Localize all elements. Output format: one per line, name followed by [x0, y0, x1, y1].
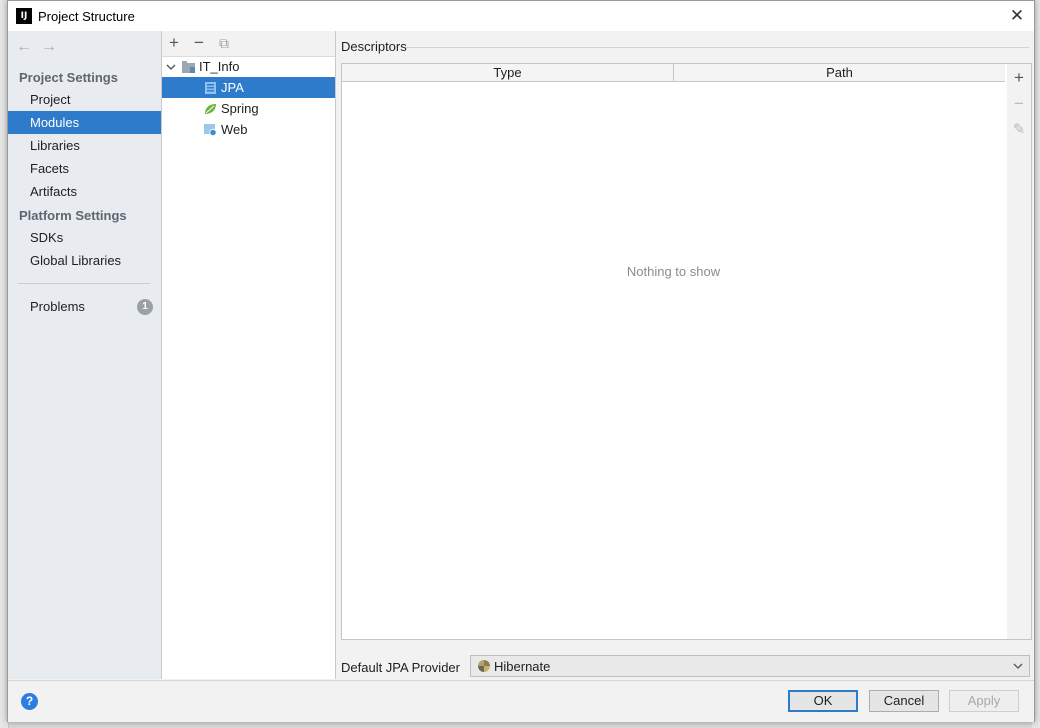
chevron-down-icon [1013, 663, 1023, 669]
sidebar-separator [18, 283, 150, 284]
sidebar-item-sdks[interactable]: SDKs [8, 226, 161, 249]
tree-item-web[interactable]: Web [162, 119, 335, 140]
module-root-label: IT_Info [199, 59, 240, 74]
sidebar-item-modules[interactable]: Modules [8, 111, 161, 134]
tree-item-spring[interactable]: Spring [162, 98, 335, 119]
remove-descriptor-icon[interactable]: − [1007, 94, 1031, 114]
problems-count-badge: 1 [137, 299, 153, 315]
project-structure-dialog: IJ Project Structure ✕ ← → Project Setti… [7, 0, 1035, 722]
close-button[interactable]: ✕ [1006, 6, 1028, 26]
module-tree-panel: + − ⧉ IT_Info JPA Spring Web [162, 31, 336, 679]
sidebar-item-facets[interactable]: Facets [8, 157, 161, 180]
cancel-button[interactable]: Cancel [869, 690, 939, 712]
sidebar-item-problems[interactable]: Problems 1 [8, 295, 161, 318]
tree-item-label: Web [221, 122, 248, 137]
edit-descriptor-icon[interactable]: ✎ [1007, 120, 1031, 138]
descriptors-table[interactable]: Type Path Nothing to show [341, 63, 1008, 640]
tree-item-label: JPA [221, 80, 244, 95]
sidebar-item-artifacts[interactable]: Artifacts [8, 180, 161, 203]
spring-leaf-icon [204, 100, 217, 114]
descriptors-label: Descriptors [341, 39, 407, 54]
hibernate-icon [478, 660, 490, 672]
dialog-title: Project Structure [38, 9, 135, 24]
descriptors-toolbar: + − ✎ [1007, 63, 1032, 640]
tree-item-label: Spring [221, 101, 259, 116]
help-icon[interactable]: ? [21, 693, 38, 710]
settings-sidebar: ← → Project Settings Project Modules Lib… [8, 31, 162, 679]
default-jpa-provider-label: Default JPA Provider [341, 660, 460, 675]
tree-item-jpa[interactable]: JPA [162, 77, 335, 98]
back-arrow-icon[interactable]: ← [16, 38, 32, 56]
title-bar: IJ Project Structure ✕ [8, 1, 1034, 31]
chevron-down-icon[interactable] [166, 62, 176, 72]
intellij-app-icon: IJ [16, 8, 32, 24]
ok-button[interactable]: OK [788, 690, 858, 712]
column-header-path[interactable]: Path [674, 64, 1005, 81]
dialog-footer: ? OK Cancel Apply [8, 680, 1034, 722]
problems-label: Problems [30, 299, 85, 314]
project-settings-header: Project Settings [19, 70, 118, 85]
copy-module-icon[interactable]: ⧉ [219, 35, 229, 52]
folder-icon [182, 58, 195, 73]
module-toolbar: + − ⧉ [162, 31, 335, 57]
forward-arrow-icon[interactable]: → [41, 38, 57, 56]
sidebar-item-libraries[interactable]: Libraries [8, 134, 161, 157]
jpa-provider-select[interactable]: Hibernate [470, 655, 1030, 677]
sidebar-item-project[interactable]: Project [8, 88, 161, 111]
web-facet-icon [204, 121, 217, 137]
sidebar-item-global-libraries[interactable]: Global Libraries [8, 249, 161, 272]
add-module-icon[interactable]: + [169, 33, 179, 53]
jpa-facet-icon [204, 79, 217, 94]
add-descriptor-icon[interactable]: + [1007, 68, 1031, 88]
descriptors-panel: Descriptors Type Path Nothing to show + … [336, 31, 1033, 679]
tree-item-it-info[interactable]: IT_Info [162, 56, 335, 77]
jpa-provider-value: Hibernate [494, 659, 551, 674]
descriptors-divider [406, 47, 1029, 48]
empty-table-text: Nothing to show [626, 264, 721, 279]
remove-module-icon[interactable]: − [194, 33, 204, 53]
apply-button[interactable]: Apply [949, 690, 1019, 712]
column-header-type[interactable]: Type [342, 64, 674, 81]
table-header: Type Path [342, 64, 1005, 82]
platform-settings-header: Platform Settings [19, 208, 127, 223]
